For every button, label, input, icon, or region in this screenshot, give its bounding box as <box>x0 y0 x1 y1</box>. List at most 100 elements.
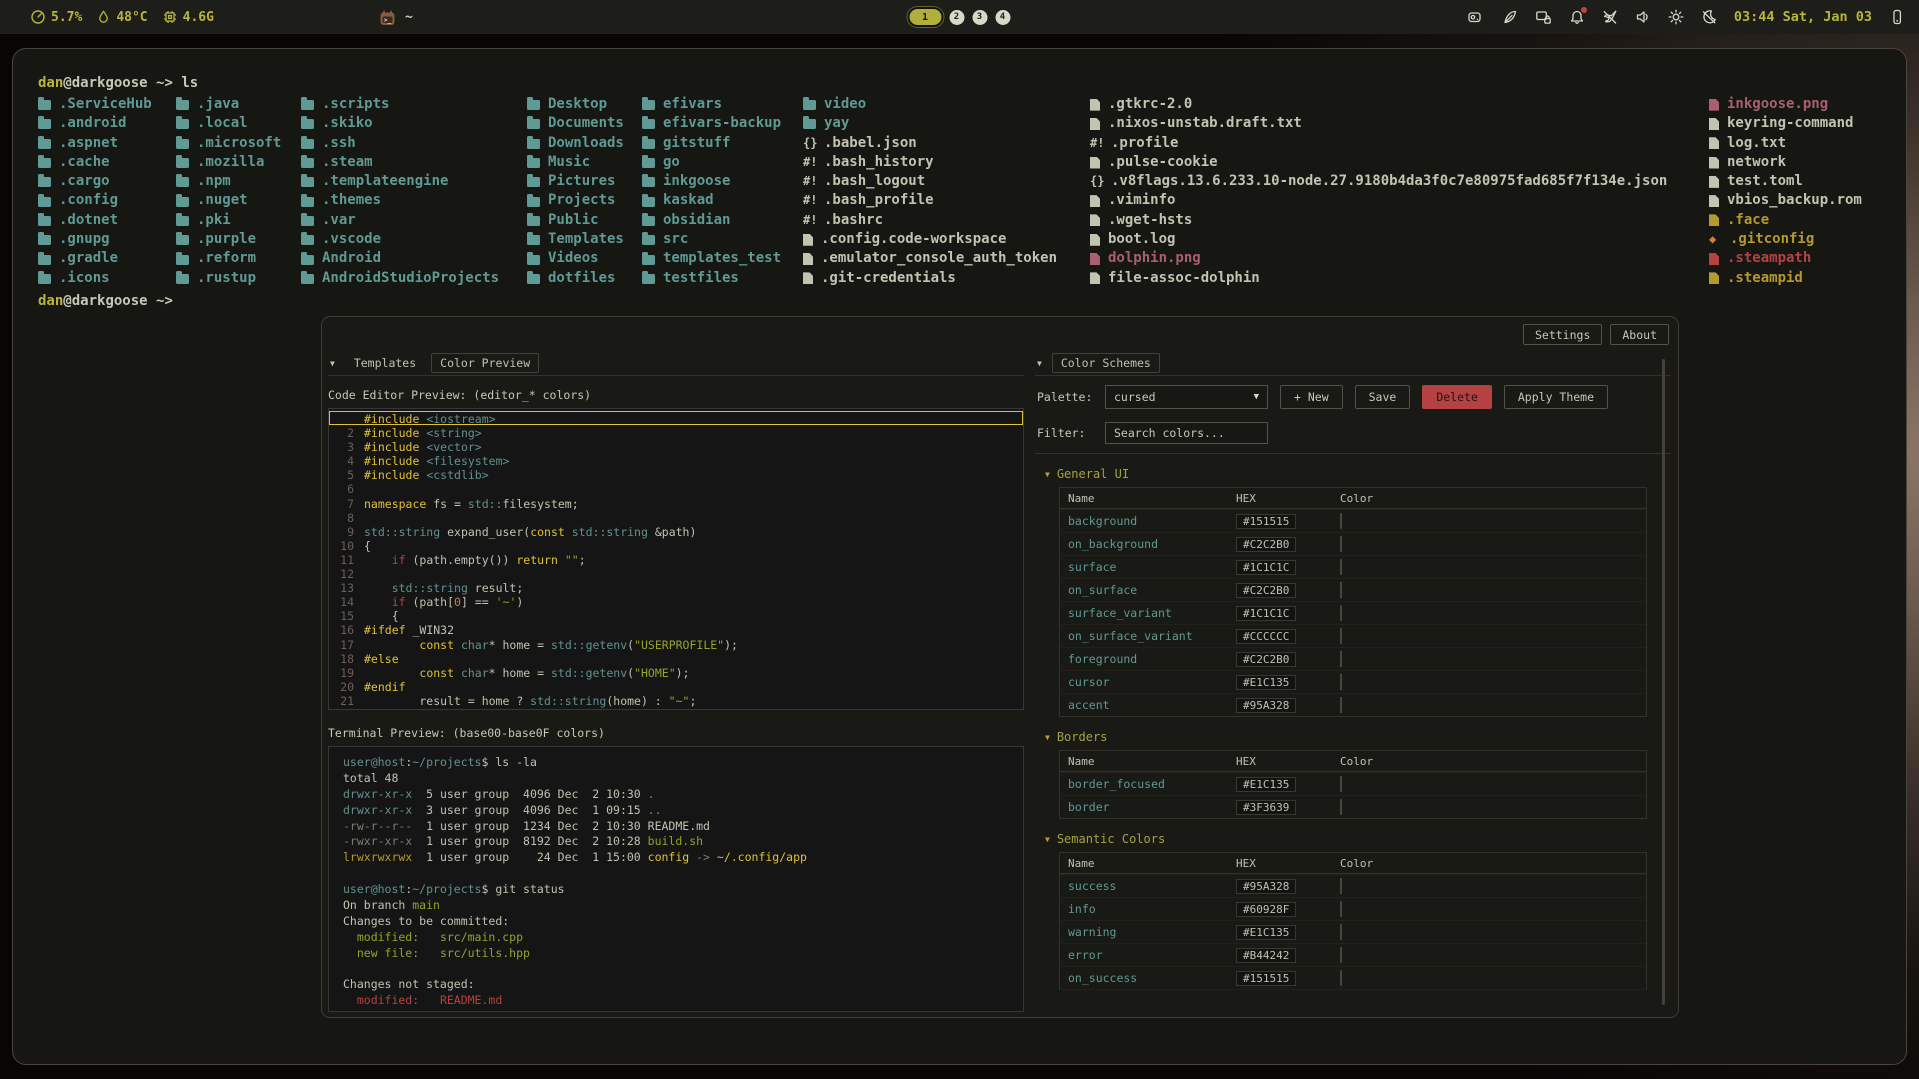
hex-value[interactable]: #C2C2B0 <box>1236 652 1296 667</box>
ls-entry-label: kaskad <box>663 191 714 210</box>
hex-value[interactable]: #CCCCCC <box>1236 629 1296 644</box>
ls-entry-label: .babel.json <box>824 134 917 153</box>
temperature-indicator[interactable]: 48°C <box>96 9 147 25</box>
ls-entry-label: .pki <box>197 211 231 230</box>
ls-entry: .skiko <box>301 114 499 133</box>
color-swatch[interactable] <box>1340 901 1342 917</box>
code-line: 13 std::string result; <box>329 580 1023 594</box>
about-button[interactable]: About <box>1610 324 1669 345</box>
color-table: NameHEXColorsuccess#95A328info#60928Fwar… <box>1059 852 1647 990</box>
color-swatch[interactable] <box>1340 651 1342 667</box>
code-text: #include <iostream> <box>364 412 496 424</box>
color-swatch[interactable] <box>1340 536 1342 552</box>
chevron-down-icon[interactable]: ▼ <box>330 359 335 368</box>
prompt-cwd: ~> <box>148 75 182 91</box>
workspace-pill-active[interactable]: 1 <box>909 9 941 25</box>
tab-templates[interactable]: Templates <box>345 353 425 373</box>
volume-icon[interactable] <box>1635 9 1651 25</box>
ls-entry: .gtkrc-2.0 <box>1090 95 1667 114</box>
color-row: on_info#151515 <box>1060 989 1646 990</box>
folder-icon <box>642 100 655 110</box>
git-icon: ◆ <box>1709 230 1724 249</box>
new-button[interactable]: + New <box>1280 385 1343 409</box>
screen-record-icon[interactable] <box>1467 9 1485 25</box>
night-light-off-icon[interactable] <box>1701 9 1717 25</box>
chevron-down-icon[interactable]: ▼ <box>1037 359 1042 368</box>
cpu-indicator[interactable]: 5.7% <box>30 9 82 25</box>
ls-entry: .local <box>176 114 281 133</box>
color-swatch[interactable] <box>1340 605 1342 621</box>
terminal-line: modified: src/main.cpp <box>329 930 1023 946</box>
ls-entry: .gnupg <box>38 230 152 249</box>
brightness-icon[interactable] <box>1668 9 1684 25</box>
ls-entry: gitstuff <box>642 134 781 153</box>
prompt-user: dan <box>38 75 63 91</box>
clock[interactable]: 03:44 Sat, Jan 03 <box>1734 9 1872 25</box>
section-header[interactable]: ▼General UI <box>1045 467 1671 481</box>
color-swatch[interactable] <box>1340 924 1342 940</box>
hex-value[interactable]: #95A328 <box>1236 879 1296 894</box>
code-text: if (path[0] == '~') <box>364 595 523 607</box>
ls-entry-label: .rustup <box>197 269 256 288</box>
folder-icon <box>642 255 655 265</box>
temperature-value: 48°C <box>116 10 147 25</box>
section-header[interactable]: ▼Semantic Colors <box>1045 832 1671 846</box>
workspace-dot[interactable]: 2 <box>949 10 964 25</box>
color-swatch[interactable] <box>1340 970 1342 986</box>
palette-select[interactable]: cursed ▼ <box>1105 385 1268 409</box>
ls-entry: .cache <box>38 153 152 172</box>
screenshot-lock-icon[interactable] <box>1535 9 1552 25</box>
hex-value[interactable]: #1C1C1C <box>1236 606 1296 621</box>
color-swatch[interactable] <box>1340 582 1342 598</box>
color-swatch[interactable] <box>1340 674 1342 690</box>
hex-value[interactable]: #95A328 <box>1236 698 1296 713</box>
ls-entry-label: .vscode <box>322 230 381 249</box>
focused-app-indicator[interactable]: >_ ~ <box>378 9 413 26</box>
folder-icon <box>527 235 540 245</box>
ls-entry-label: .steam <box>322 153 373 172</box>
airplane-mode-off-icon[interactable] <box>1602 9 1618 25</box>
hex-value[interactable]: #3F3639 <box>1236 800 1296 815</box>
notifications-bell-icon[interactable] <box>1569 9 1585 25</box>
gauge-icon <box>30 9 46 25</box>
hex-value[interactable]: #1C1C1C <box>1236 560 1296 575</box>
ls-entry-label: .viminfo <box>1108 191 1175 210</box>
delete-button[interactable]: Delete <box>1422 385 1492 409</box>
hex-value[interactable]: #151515 <box>1236 971 1296 986</box>
color-swatch[interactable] <box>1340 628 1342 644</box>
apply-theme-button[interactable]: Apply Theme <box>1504 385 1608 409</box>
section-header[interactable]: ▼Borders <box>1045 730 1671 744</box>
ls-entry-label: inkgoose <box>663 172 730 191</box>
tab-color-preview[interactable]: Color Preview <box>431 353 539 373</box>
feather-icon[interactable] <box>1502 9 1518 25</box>
color-swatch[interactable] <box>1340 559 1342 575</box>
filter-input[interactable]: Search colors... <box>1105 422 1268 444</box>
scrollbar[interactable] <box>1662 359 1665 1005</box>
memory-indicator[interactable]: 4.6G <box>162 9 214 25</box>
code-line: 15 { <box>329 608 1023 622</box>
hex-value[interactable]: #C2C2B0 <box>1236 537 1296 552</box>
workspace-dot[interactable]: 4 <box>995 10 1010 25</box>
color-schemes-pane: ▼ Color Schemes Palette: cursed ▼ + NewS… <box>1035 351 1671 1017</box>
save-button[interactable]: Save <box>1355 385 1411 409</box>
hex-value[interactable]: #C2C2B0 <box>1236 583 1296 598</box>
hex-value[interactable]: #B44242 <box>1236 948 1296 963</box>
color-swatch[interactable] <box>1340 697 1342 713</box>
device-tray-icon[interactable] <box>1889 9 1905 25</box>
swatch-cell <box>1332 800 1646 814</box>
color-swatch[interactable] <box>1340 776 1342 792</box>
color-swatch[interactable] <box>1340 878 1342 894</box>
hex-value[interactable]: #151515 <box>1236 514 1296 529</box>
color-swatch[interactable] <box>1340 799 1342 815</box>
settings-button[interactable]: Settings <box>1523 324 1602 345</box>
workspace-dot[interactable]: 3 <box>972 10 987 25</box>
hex-value[interactable]: #E1C135 <box>1236 777 1296 792</box>
hex-value[interactable]: #E1C135 <box>1236 925 1296 940</box>
color-row: on_background#C2C2B0 <box>1060 532 1646 555</box>
color-swatch[interactable] <box>1340 947 1342 963</box>
hex-value[interactable]: #60928F <box>1236 902 1296 917</box>
color-swatch[interactable] <box>1340 513 1342 529</box>
ls-column: .gtkrc-2.0.nixos-unstab.draft.txt#!.prof… <box>1090 95 1667 288</box>
hex-value[interactable]: #E1C135 <box>1236 675 1296 690</box>
tab-color-schemes[interactable]: Color Schemes <box>1052 353 1160 373</box>
